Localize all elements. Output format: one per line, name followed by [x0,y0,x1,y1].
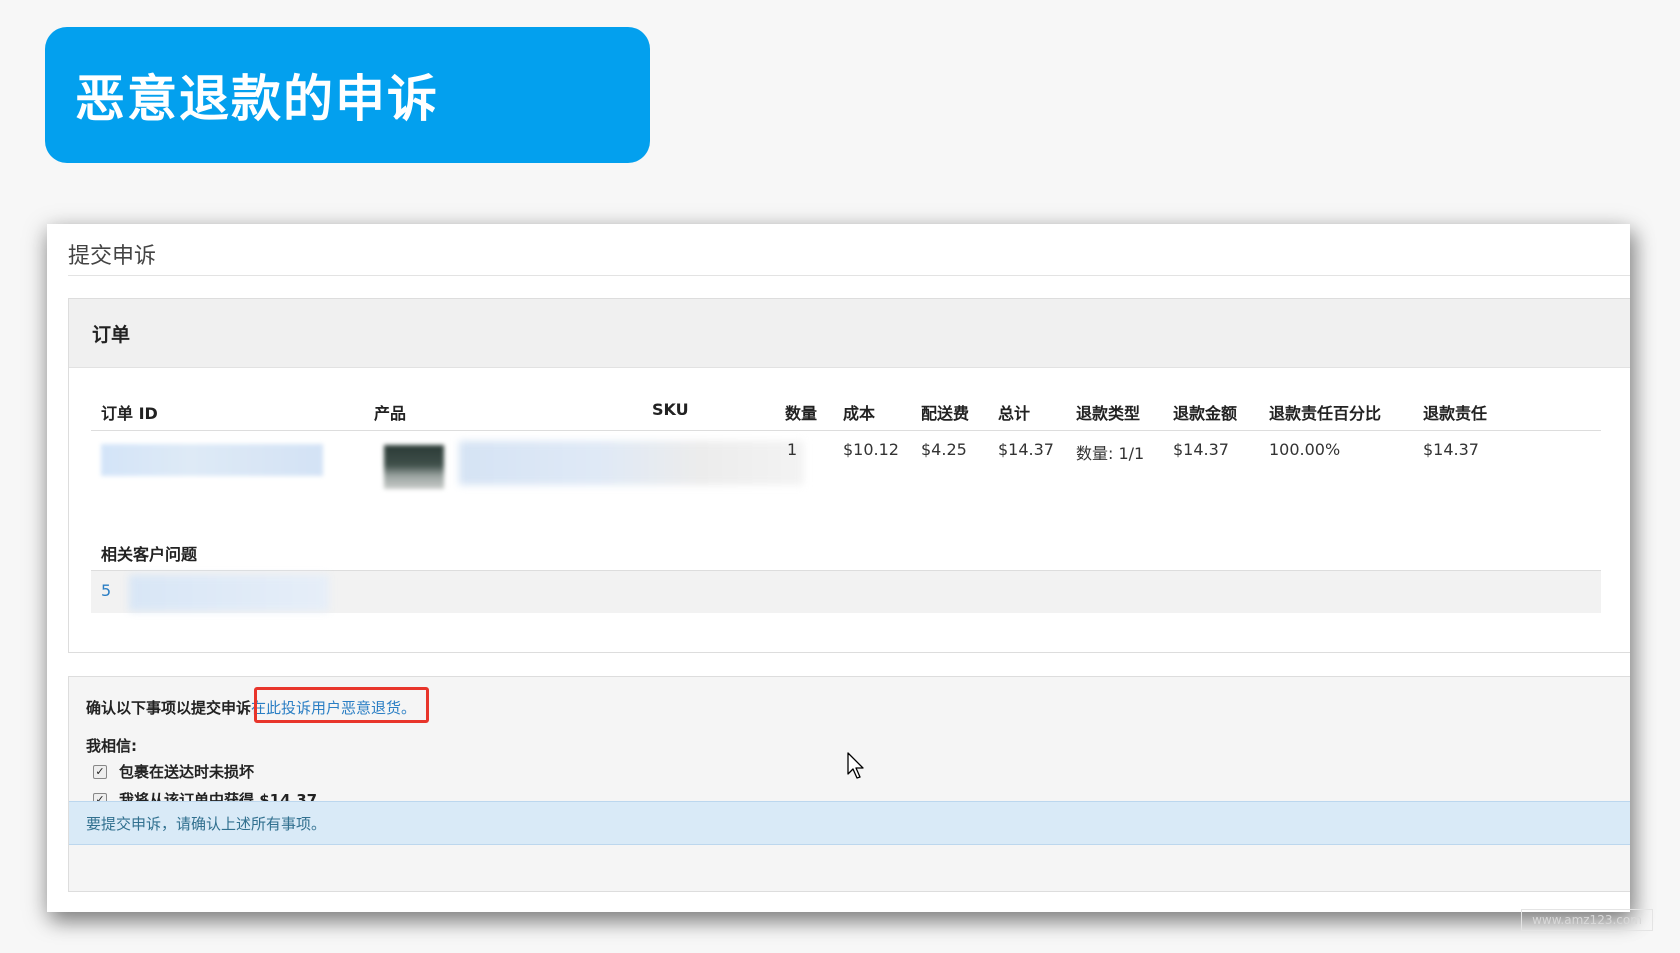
col-liability: 退款责任 [1423,404,1488,423]
col-cost: 成本 [843,404,876,423]
col-quantity: 数量 [785,404,818,423]
col-shipping: 配送费 [921,404,970,423]
divider [91,430,1601,431]
order-id-link-redacted[interactable] [101,444,323,476]
believe-label: 我相信: [86,737,137,755]
cell-refund-type: 数量: 1/1 [1076,444,1145,463]
cell-cost: $10.12 [843,440,899,459]
page-title: 提交申诉 [68,244,157,269]
banner-title: 恶意退款的申诉 [75,70,439,128]
product-thumbnail [384,445,444,489]
cell-liability: $14.37 [1423,440,1479,459]
confirm-panel: 确认以下事项以提交申诉在此投诉用户恶意退货。 我相信: ✓ 包裹在送达时未损坏 … [68,676,1630,892]
cell-quantity: 1 [787,440,798,459]
red-highlight-box [254,687,429,723]
related-issues-label: 相关客户问题 [101,545,198,564]
related-issue-row: 5 [91,570,1601,613]
check-undamaged[interactable]: ✓ 包裹在送达时未损坏 [93,761,254,782]
cell-refund-amount: $14.37 [1173,440,1229,459]
col-refund-type: 退款类型 [1076,404,1141,423]
related-issue-redacted [129,575,329,611]
cell-total: $14.37 [998,440,1054,459]
watermark: www.amz123.com [1521,909,1653,931]
check-label: 包裹在送达时未损坏 [119,763,255,781]
col-liability-percent: 退款责任百分比 [1269,404,1382,423]
title-banner: 恶意退款的申诉 [45,27,650,163]
order-heading: 订单 [69,299,1630,368]
divider [68,275,1630,276]
checkbox-icon[interactable]: ✓ [93,764,107,779]
order-panel: 订单 订单 ID 产品 SKU 数量 成本 配送费 总计 退款类型 退款金额 退… [68,298,1630,653]
col-product: 产品 [374,404,407,423]
appeal-screenshot: 提交申诉 订单 订单 ID 产品 SKU 数量 成本 配送费 总计 退款类型 退… [47,224,1630,912]
confirm-prompt-text: 确认以下事项以提交申诉 [86,699,252,717]
col-refund-amount: 退款金额 [1173,404,1238,423]
col-order-id: 订单 ID [101,404,158,423]
related-issue-link[interactable]: 5 [101,581,111,600]
col-total: 总计 [998,404,1031,423]
cell-shipping: $4.25 [921,440,967,459]
product-title-redacted[interactable] [459,441,804,485]
cell-liability-percent: 100.00% [1269,440,1341,459]
mouse-cursor-icon [847,752,864,779]
info-alert: 要提交申诉，请确认上述所有事项。 [69,801,1630,845]
col-sku: SKU [652,400,689,419]
